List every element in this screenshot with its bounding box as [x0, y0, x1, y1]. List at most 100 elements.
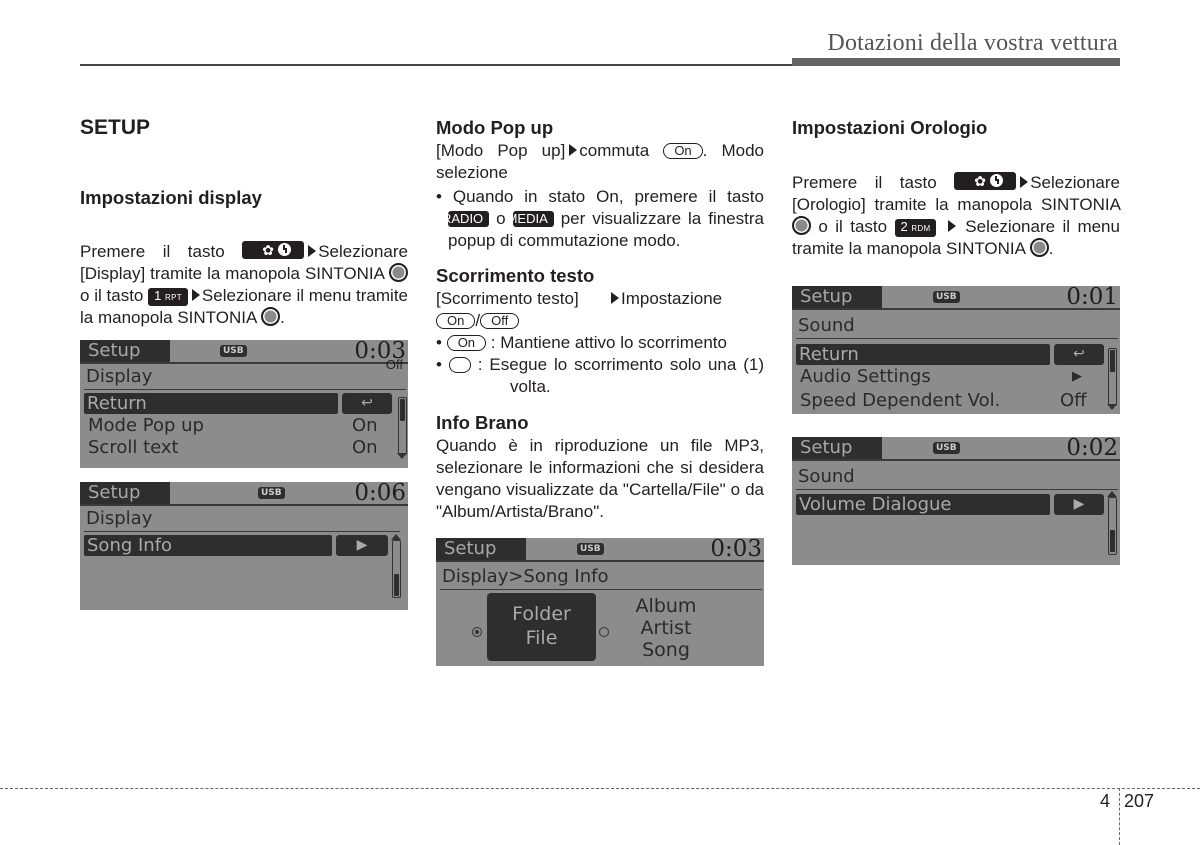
column-2: Modo Pop up [Modo Pop up] commuta On. Mod… — [385, 114, 764, 523]
clock-instructions: Premere il tasto ✿ Selezionare [Orologio]… — [792, 172, 1120, 258]
lcd-divider — [84, 389, 406, 390]
on-pill: On — [663, 143, 703, 159]
lcd-divider — [436, 560, 764, 562]
footer-divider — [1119, 788, 1120, 845]
lcd-title-bar: Setup USB 0:01 — [792, 286, 1120, 310]
scroll-down-icon — [1107, 404, 1117, 410]
return-icon[interactable]: ↩ — [342, 393, 392, 414]
lcd-divider — [80, 362, 408, 364]
lcd-clock: 0:03 — [710, 538, 762, 562]
chevron-right-icon[interactable]: ▶ — [1054, 494, 1104, 515]
lcd-selected-row[interactable]: Song Info — [84, 535, 332, 556]
arrow-icon — [308, 245, 317, 257]
lcd-breadcrumb: Display — [86, 366, 153, 387]
header-bar — [792, 58, 1120, 66]
footer-rule — [0, 788, 1200, 789]
usb-badge: USB — [933, 442, 960, 454]
lcd-mode-tag: Setup — [792, 437, 882, 459]
gear-icon: ✿ — [262, 242, 274, 258]
lcd-row-value: Off — [1060, 390, 1087, 411]
scroll-off-bullet: • Off : Esegue lo scorrimento solo una (… — [385, 355, 764, 396]
lcd-scrollbar[interactable] — [392, 540, 401, 598]
lcd-selected-row[interactable]: Volume Dialogue — [796, 494, 1050, 515]
lcd-clock: 0:01 — [1066, 286, 1118, 310]
lcd-row[interactable]: Scroll text — [88, 437, 179, 459]
radio-folder-file[interactable] — [472, 627, 482, 637]
option-folder-file[interactable]: Folder File — [487, 593, 596, 661]
info-text: Quando è in riproduzione un file MP3, se… — [436, 436, 764, 521]
lcd-screen-song-info: Setup USB 0:06 Display Song Info ▶ — [80, 482, 408, 610]
lcd-row[interactable]: Speed Dependent Vol. — [800, 390, 1000, 412]
lcd-title-bar: Setup USB 0:03 — [436, 538, 764, 562]
arrow-icon — [611, 292, 620, 304]
popup-mode-bullet: • Quando in stato On, premere il tasto R… — [436, 187, 764, 250]
option-album-artist-song[interactable]: Album Artist Song — [621, 595, 711, 661]
arrow-icon — [1020, 176, 1029, 188]
lcd-row-value: On — [352, 415, 378, 436]
popup-mode-text: [Modo Pop up] commuta On. Modo selezione — [436, 141, 764, 182]
clock-icon — [990, 174, 1004, 187]
lcd-selected-row[interactable]: Return — [84, 393, 338, 414]
page-number: 207 — [1124, 791, 1155, 811]
column-3: Impostazioni Orologio Premere il tasto ✿… — [792, 114, 1120, 260]
arrow-icon — [947, 220, 956, 232]
return-icon[interactable]: ↩ — [1054, 344, 1104, 365]
lcd-divider — [792, 308, 1120, 310]
lcd-screen-sound-volume: Setup USB 0:02 Sound Volume Dialogue ▶ — [792, 437, 1120, 565]
clock-settings-title: Impostazioni Orologio — [792, 117, 988, 138]
lcd-scrollbar[interactable] — [1108, 348, 1117, 406]
arrow-icon — [191, 289, 200, 301]
scroll-down-icon — [397, 453, 407, 459]
lcd-mode-tag: Setup — [80, 340, 170, 362]
lcd-divider — [792, 459, 1120, 461]
off-pill: Off — [386, 357, 471, 373]
lcd-clock: 0:02 — [1066, 437, 1118, 461]
scroll-text-title: Scorrimento testo — [436, 265, 595, 286]
lcd-divider — [80, 504, 408, 506]
setup-clock-key: ✿ — [242, 241, 305, 259]
usb-badge: USB — [220, 345, 247, 357]
lcd-screen-sound: Setup USB 0:01 Sound Return ↩ Audio Sett… — [792, 286, 1120, 414]
lcd-scrollbar[interactable] — [398, 397, 407, 455]
header-title: Dotazioni della vostra vettura — [827, 30, 1118, 56]
on-pill: On — [446, 335, 487, 351]
lcd-selected-row[interactable]: Return — [796, 344, 1050, 365]
scroll-on-bullet: • On : Mantiene attivo lo scorrimento — [436, 333, 727, 352]
lcd-mode-tag: Setup — [436, 538, 526, 560]
lcd-row-value: On — [352, 437, 378, 458]
usb-badge: USB — [933, 291, 960, 303]
lcd-title-bar: Setup USB 0:02 — [792, 437, 1120, 461]
lcd-row[interactable]: Mode Pop up — [88, 415, 204, 437]
chevron-right-icon[interactable]: ▶ — [336, 535, 388, 556]
arrow-icon — [569, 144, 578, 156]
lcd-row[interactable]: Audio Settings — [800, 366, 931, 388]
header-rule — [80, 64, 792, 66]
lcd-divider — [440, 589, 762, 590]
lcd-screen-display: Setup USB 0:03 Display Return ↩ Mode Pop… — [80, 340, 408, 468]
lcd-screen-song-info-options: Setup USB 0:03 Display>Song Info Folder … — [436, 538, 764, 666]
tune-knob-icon — [388, 263, 408, 282]
column-1: SETUP Impostazioni display Premere il ta… — [80, 114, 408, 329]
radio-key: RADIO — [442, 211, 490, 227]
usb-badge: USB — [577, 543, 604, 555]
lcd-breadcrumb: Sound — [798, 466, 855, 487]
rpt-key: 1 RPT — [148, 288, 188, 306]
lcd-mode-tag: Setup — [80, 482, 170, 504]
media-key: MEDIA — [507, 211, 554, 227]
off-pill: Off — [480, 313, 520, 329]
clock-icon — [278, 243, 292, 256]
popup-mode-title: Modo Pop up — [436, 117, 554, 138]
gear-icon: ✿ — [974, 173, 986, 189]
rdm-key: 2 RDM — [894, 219, 937, 237]
chevron-right-icon: ▶ — [1072, 369, 1082, 384]
info-title: Info Brano — [436, 412, 529, 433]
on-pill: On — [436, 313, 476, 329]
radio-album-artist-song[interactable] — [599, 627, 609, 637]
lcd-divider — [796, 489, 1118, 490]
lcd-divider — [796, 338, 1118, 339]
lcd-scrollbar[interactable] — [1108, 497, 1117, 555]
chapter-number: 4 — [1100, 791, 1111, 811]
lcd-breadcrumb: Display — [86, 508, 153, 529]
lcd-breadcrumb: Display>Song Info — [442, 566, 609, 587]
section-title: SETUP — [80, 116, 151, 139]
